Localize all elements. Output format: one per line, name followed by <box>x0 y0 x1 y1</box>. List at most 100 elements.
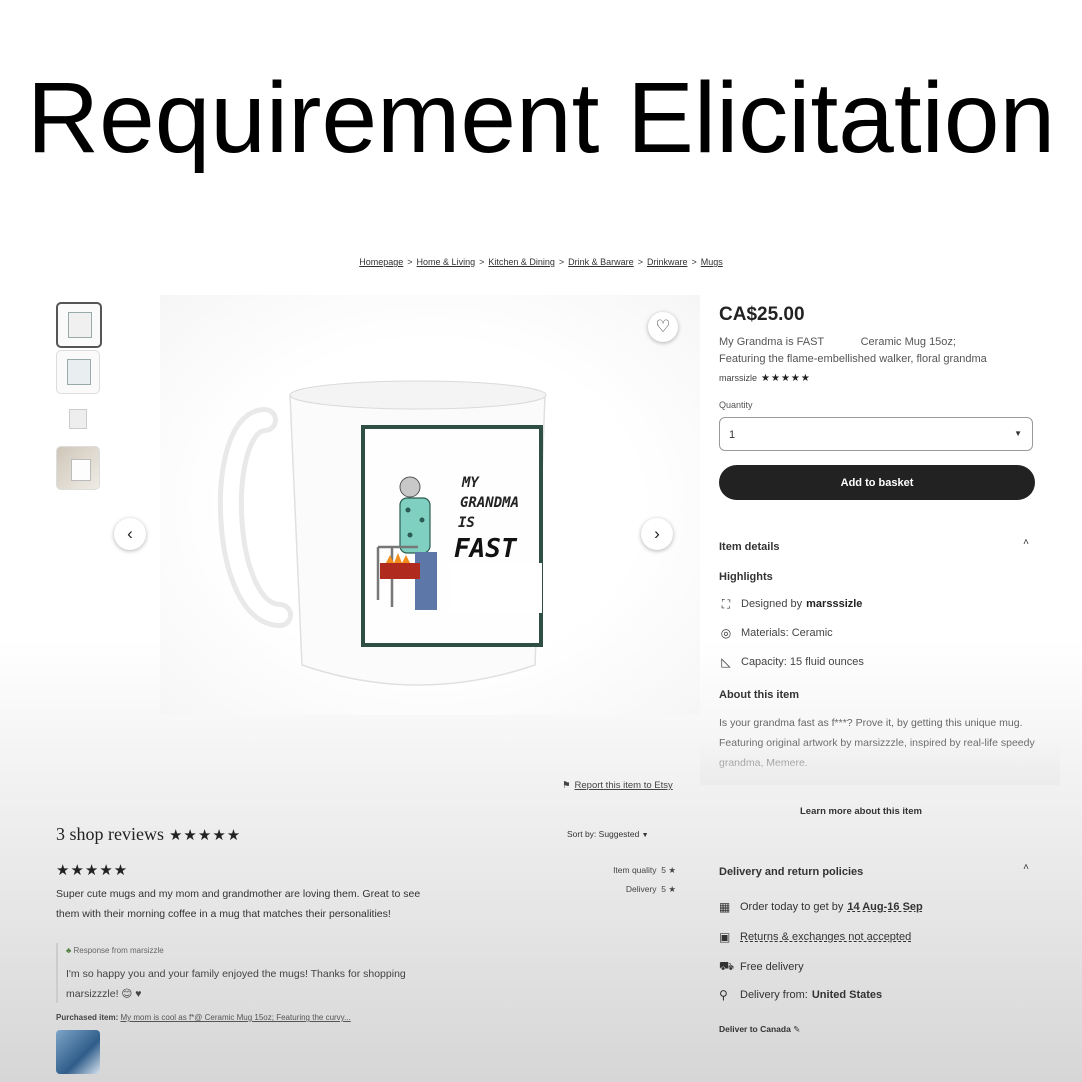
report-link[interactable]: ⚑ Report this item to Etsy <box>562 780 673 791</box>
star-icon: ★ <box>668 865 676 875</box>
breadcrumb-mugs[interactable]: Mugs <box>701 257 723 267</box>
delivery-origin: ⚲ Delivery from: United States <box>719 988 882 1002</box>
item-details-header[interactable]: Item details ˄ <box>719 537 1033 555</box>
review-text: Super cute mugs and my mom and grandmoth… <box>56 888 421 920</box>
item-quality-rating: Item quality 5 ★ <box>560 865 676 876</box>
quantity-value: 1 <box>729 429 736 441</box>
flag-icon: ⚑ <box>562 780 571 791</box>
pencil-icon: ✎ <box>793 1024 801 1034</box>
thumbnail-image <box>69 409 87 429</box>
returns-text[interactable]: Returns & exchanges not accepted <box>740 931 911 943</box>
chevron-left-icon: ‹ <box>127 524 133 543</box>
breadcrumb-kitchen-dining[interactable]: Kitchen & Dining <box>488 257 555 267</box>
thumbnail-image <box>71 459 91 481</box>
highlight-capacity: ◺ Capacity: 15 fluid ounces <box>719 655 864 669</box>
mug-text-line-2: GRANDMA <box>460 495 519 511</box>
breadcrumb-drink-barware[interactable]: Drink & Barware <box>568 257 634 267</box>
ruler-icon: ◺ <box>721 655 731 669</box>
chevron-up-icon: ˄ <box>1023 537 1029 548</box>
product-title-line-2: Featuring the flame-embellished walker, … <box>719 353 987 365</box>
reviews-heading: 3 shop reviews ★★★★★ <box>56 824 241 845</box>
purchased-item-thumbnail[interactable] <box>56 1030 100 1074</box>
designer-icon: ⛶ <box>721 596 731 611</box>
thumbnail-image <box>67 359 91 385</box>
chevron-up-icon: ˄ <box>1023 862 1029 873</box>
about-fade-overlay <box>700 740 1060 785</box>
thumbnail-2[interactable] <box>56 350 100 394</box>
returns-icon: ▣ <box>719 930 731 944</box>
product-image: MY GRANDMA IS FAST <box>160 295 700 715</box>
previous-image-button[interactable]: ‹ <box>114 518 146 550</box>
chevron-down-icon: ▼ <box>1014 429 1022 438</box>
breadcrumb-separator: > <box>558 257 565 267</box>
thumbnail-image <box>68 312 92 338</box>
quantity-select[interactable]: 1 ▼ <box>719 417 1033 451</box>
delivery-policies-header[interactable]: Delivery and return policies ˄ <box>719 862 1033 880</box>
mug-text-line-4: FAST <box>454 534 518 564</box>
slide-title: Requirement Elicitation <box>26 62 1056 174</box>
delivery-from-country: United States <box>811 989 883 1001</box>
product-title-line-1: My Grandma is FAST Ceramic Mug 15oz; <box>719 336 956 348</box>
report-link-text: Report this item to Etsy <box>574 780 673 791</box>
deliver-to[interactable]: Deliver to Canada ✎ <box>719 1024 800 1035</box>
calendar-icon: ▦ <box>719 900 731 914</box>
review-stars: ★★★★★ <box>56 862 129 879</box>
breadcrumb: Homepage > Home & Living > Kitchen & Dining >… <box>0 257 1082 267</box>
delivery-dates[interactable]: 14 Aug-16 Sep <box>847 901 922 913</box>
breadcrumb-separator: > <box>479 257 485 267</box>
highlight-materials: ◎ Materials: Ceramic <box>719 626 833 640</box>
materials-icon: ◎ <box>720 626 732 640</box>
star-icon: ★ <box>668 884 676 894</box>
item-quality-value: 5 <box>661 865 666 875</box>
designer-name[interactable]: marsssizle <box>806 598 862 610</box>
response-heading-text: Response from marsizzle <box>73 946 164 955</box>
order-prefix: Order today to get by <box>740 901 844 913</box>
favorite-button[interactable]: ♡ <box>648 312 678 342</box>
breadcrumb-separator: > <box>691 257 697 267</box>
free-delivery: ⛟ Free delivery <box>719 959 804 975</box>
breadcrumb-homepage[interactable]: Homepage <box>359 257 403 267</box>
response-text: I'm so happy you and your family enjoyed… <box>66 968 406 1000</box>
delivery-from-prefix: Delivery from: <box>740 989 808 1001</box>
purchased-item-link[interactable]: My mom is cool as f*@ Ceramic Mug 15oz; … <box>120 1013 350 1022</box>
thumbnail-4[interactable] <box>56 446 100 490</box>
thumbnail-3[interactable] <box>56 398 100 442</box>
breadcrumb-drinkware[interactable]: Drinkware <box>647 257 688 267</box>
highlight-designer: ⛶ Designed by marsssizle <box>719 596 863 611</box>
reviews-stars: ★★★★★ <box>168 826 242 844</box>
item-quality-label: Item quality <box>613 865 657 875</box>
next-image-button[interactable]: › <box>641 518 673 550</box>
mug-illustration: MY GRANDMA IS FAST <box>217 380 547 686</box>
reviews-count: 3 shop reviews <box>56 824 164 844</box>
seller-line: marssizle ★★★★★ <box>719 373 811 384</box>
learn-more-button[interactable]: Learn more about this item <box>800 806 922 817</box>
materials-text: Materials: Ceramic <box>741 627 833 639</box>
delivery-rating: Delivery 5 ★ <box>560 884 676 895</box>
seller-name[interactable]: marssizle <box>719 373 757 383</box>
quantity-label: Quantity <box>719 400 753 410</box>
returns-policy: ▣ Returns & exchanges not accepted <box>719 930 911 944</box>
thumbnail-1[interactable] <box>56 302 102 348</box>
designed-by-prefix: Designed by <box>741 598 803 610</box>
delivery-rating-value: 5 <box>661 884 666 894</box>
deliver-to-text: Deliver to Canada <box>719 1024 791 1034</box>
delivery-estimate: ▦ Order today to get by 14 Aug-16 Sep <box>719 900 923 914</box>
mug-text-line-1: MY <box>461 475 480 491</box>
breadcrumb-separator: > <box>407 257 413 267</box>
sort-by-label: Sort by: Suggested <box>567 829 640 839</box>
mug-text-line-3: IS <box>458 515 475 531</box>
add-to-basket-button[interactable]: Add to basket <box>719 465 1035 500</box>
purchased-label: Purchased item: <box>56 1013 119 1022</box>
delivery-policies-heading: Delivery and return policies <box>719 866 864 878</box>
item-details-heading: Item details <box>719 541 780 553</box>
sort-by-dropdown[interactable]: Sort by: Suggested ▼ <box>567 829 649 839</box>
seller-avatar-icon: ♣ <box>66 946 72 955</box>
response-heading: ♣ Response from marsizzle <box>66 946 164 955</box>
chevron-down-icon: ▼ <box>641 832 649 839</box>
breadcrumb-separator: > <box>637 257 643 267</box>
heart-icon: ♡ <box>655 317 671 336</box>
product-title: My Grandma is FAST Ceramic Mug 15oz; Fea… <box>719 334 1049 368</box>
seller-rating-stars: ★★★★★ <box>761 373 811 384</box>
breadcrumb-home-living[interactable]: Home & Living <box>417 257 476 267</box>
price: CA$25.00 <box>719 304 805 325</box>
